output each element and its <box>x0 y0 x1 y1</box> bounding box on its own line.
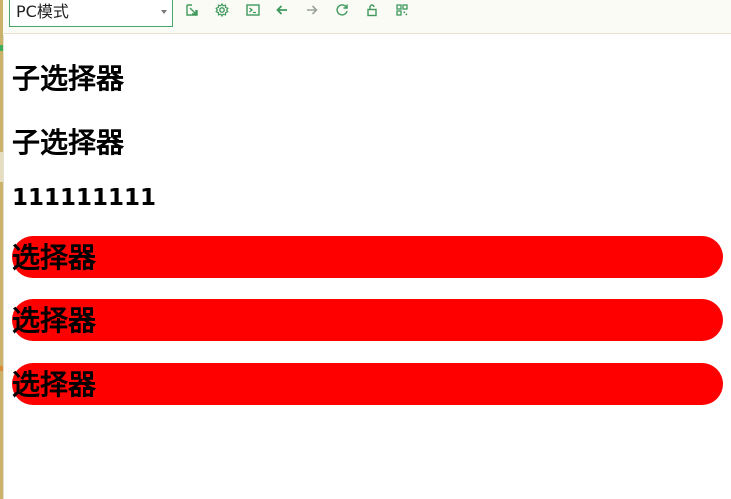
heading-child-selector: 子选择器 <box>12 62 125 95</box>
device-mode-value: PC模式 <box>16 2 69 21</box>
unlock-icon <box>367 4 377 17</box>
red-pill-heading: 选择器 <box>12 236 723 278</box>
open-external-button[interactable] <box>184 2 200 18</box>
heading-child-selector: 子选择器 <box>12 126 125 159</box>
heading-number: 111111111 <box>12 185 157 211</box>
arrow-left-icon <box>276 5 287 15</box>
terminal-icon <box>246 4 260 16</box>
settings-button[interactable] <box>214 2 230 18</box>
back-button[interactable] <box>274 2 290 18</box>
chevron-down-icon <box>161 10 167 14</box>
qr-code-icon <box>396 4 408 16</box>
gear-icon <box>215 2 229 18</box>
device-mode-select[interactable]: PC模式 <box>9 0 173 27</box>
red-pill-heading: 选择器 <box>12 363 723 405</box>
page-content: 子选择器 子选择器 111111111 选择器 选择器 选择器 <box>3 35 731 499</box>
qr-code-button[interactable] <box>394 2 410 18</box>
arrow-right-icon <box>307 5 318 15</box>
preview-toolbar: PC模式 <box>3 0 731 34</box>
refresh-icon <box>336 4 348 16</box>
forward-button[interactable] <box>304 2 320 18</box>
browser-preview-window: PC模式 子选择器 子选择器 111111111 选择器 选择器 选择器 <box>0 0 731 499</box>
open-external-icon <box>186 4 198 16</box>
refresh-button[interactable] <box>334 2 350 18</box>
console-button[interactable] <box>245 2 261 18</box>
lock-toggle-button[interactable] <box>364 2 380 18</box>
red-pill-heading: 选择器 <box>12 299 723 341</box>
